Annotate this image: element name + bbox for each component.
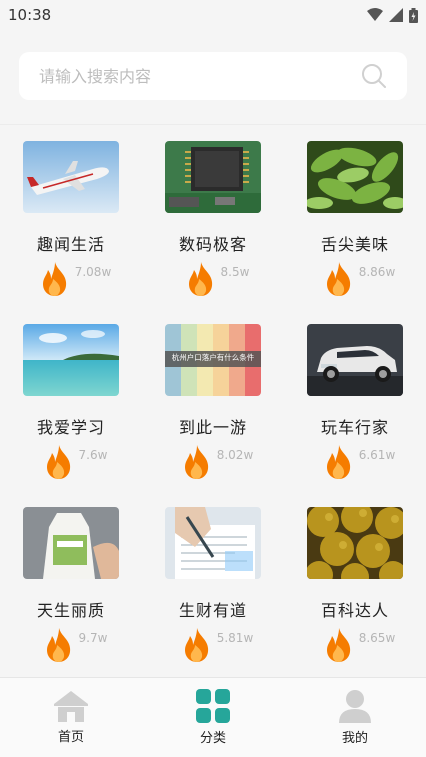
heat-count: 7.08w xyxy=(74,265,112,279)
category-thumbnail-airplane xyxy=(23,141,119,213)
banner-text: 杭州户口落户有什么条件 xyxy=(171,353,255,362)
category-card[interactable]: 生财有道 5.81w xyxy=(142,507,284,690)
search-input[interactable] xyxy=(39,66,319,86)
flame-icon xyxy=(326,628,350,662)
tab-home[interactable]: 首页 xyxy=(16,690,126,745)
category-card[interactable]: 百科达人 8.65w xyxy=(284,507,426,690)
tab-label: 首页 xyxy=(57,730,84,745)
category-title: 天生丽质 xyxy=(36,601,105,620)
category-title: 趣闻生活 xyxy=(36,235,105,254)
flame-icon xyxy=(326,445,350,479)
category-card[interactable]: 舌尖美味 8.86w xyxy=(284,141,426,324)
category-card[interactable]: 玩车行家 6.61w xyxy=(284,324,426,507)
battery-icon xyxy=(409,7,418,23)
category-thumbnail-chip xyxy=(165,141,261,213)
search-icon[interactable] xyxy=(361,63,387,89)
category-thumbnail-edamame xyxy=(307,141,403,213)
heat-count: 8.86w xyxy=(358,265,396,279)
status-icons xyxy=(367,7,418,23)
tab-category[interactable]: 分类 xyxy=(158,689,268,746)
heat-count: 8.65w xyxy=(358,631,396,645)
home-icon xyxy=(54,691,88,722)
wifi-icon xyxy=(367,8,383,21)
category-card[interactable]: 杭州户口落户有什么条件 到此一游 8.02w xyxy=(142,324,284,507)
category-title: 到此一游 xyxy=(178,418,247,437)
heat-indicator: 7.6w xyxy=(43,444,108,480)
heat-indicator: 9.7w xyxy=(43,627,108,663)
tab-mine[interactable]: 我的 xyxy=(300,689,410,746)
status-time: 10:38 xyxy=(8,6,52,24)
heat-count: 9.7w xyxy=(78,631,108,645)
heat-count: 7.6w xyxy=(78,448,108,462)
tab-label: 分类 xyxy=(199,731,226,746)
flame-icon xyxy=(42,262,66,296)
heat-count: 5.81w xyxy=(216,631,254,645)
tab-label: 我的 xyxy=(341,731,368,746)
heat-indicator: 6.61w xyxy=(323,444,396,480)
flame-icon xyxy=(326,262,350,296)
search-bar[interactable] xyxy=(19,52,407,100)
heat-indicator: 8.65w xyxy=(323,627,396,663)
flame-icon xyxy=(46,445,70,479)
category-card[interactable]: 我爱学习 7.6w xyxy=(0,324,142,507)
heat-indicator: 8.5w xyxy=(185,261,250,297)
heat-count: 8.5w xyxy=(220,265,250,279)
category-thumbnail-bottle xyxy=(23,507,119,579)
category-grid: 趣闻生活 7.08w 数码极客 8.5w 舌尖美味 8.86w 我爱学习 7.6… xyxy=(0,125,426,690)
category-thumbnail-paperwork xyxy=(165,507,261,579)
signal-icon xyxy=(389,8,403,22)
heat-indicator: 5.81w xyxy=(181,627,254,663)
category-title: 数码极客 xyxy=(178,235,247,254)
category-thumbnail-car xyxy=(307,324,403,396)
heat-count: 6.61w xyxy=(358,448,396,462)
heat-indicator: 8.86w xyxy=(323,261,396,297)
flame-icon xyxy=(184,445,208,479)
category-thumbnail-durian xyxy=(307,507,403,579)
status-bar: 10:38 xyxy=(0,0,426,30)
category-card[interactable]: 趣闻生活 7.08w xyxy=(0,141,142,324)
person-icon xyxy=(339,690,371,723)
category-title: 我爱学习 xyxy=(36,418,105,437)
category-thumbnail-seascape xyxy=(23,324,119,396)
flame-icon xyxy=(188,262,212,296)
flame-icon xyxy=(184,628,208,662)
flame-icon xyxy=(46,628,70,662)
category-title: 舌尖美味 xyxy=(320,235,389,254)
category-card[interactable]: 天生丽质 9.7w xyxy=(0,507,142,690)
category-card[interactable]: 数码极客 8.5w xyxy=(142,141,284,324)
heat-indicator: 7.08w xyxy=(39,261,112,297)
heat-count: 8.02w xyxy=(216,448,254,462)
category-title: 玩车行家 xyxy=(320,418,389,437)
heat-indicator: 8.02w xyxy=(181,444,254,480)
category-title: 生财有道 xyxy=(178,601,247,620)
grid-icon xyxy=(196,689,230,723)
category-thumbnail-banner: 杭州户口落户有什么条件 xyxy=(165,324,261,396)
category-title: 百科达人 xyxy=(320,601,389,620)
bottom-tab-bar: 首页 分类 我的 xyxy=(0,677,426,757)
